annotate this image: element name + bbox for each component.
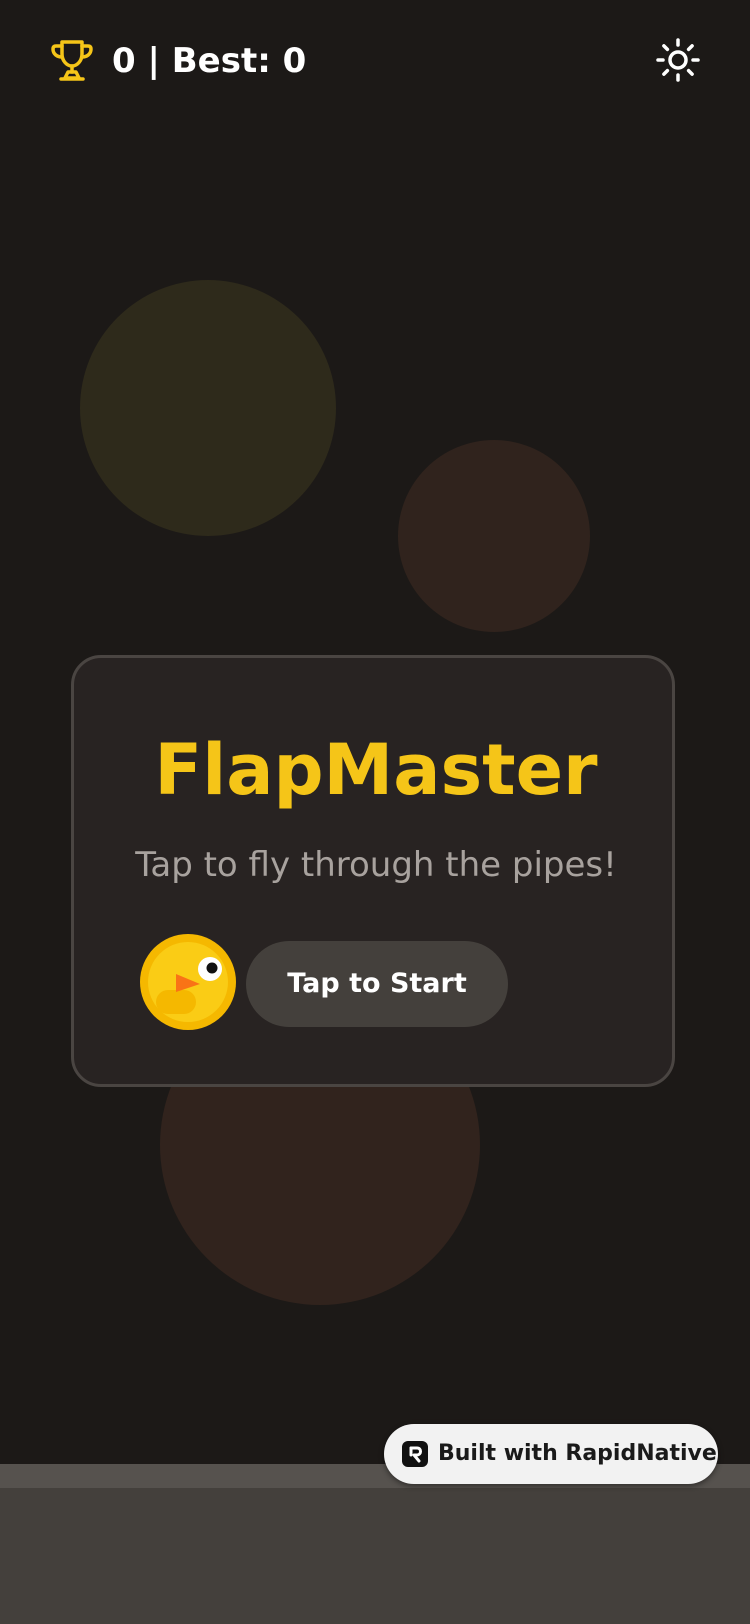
badge-label: Built with RapidNative (438, 1441, 717, 1466)
bird-icon (140, 934, 236, 1030)
game-screen[interactable]: 0 | Best: 0 FlapMaster Tap to fly throug… (0, 0, 750, 1624)
score-label: 0 | Best: 0 (112, 41, 307, 81)
sun-icon[interactable] (654, 36, 702, 84)
background-circle (398, 440, 590, 632)
start-button[interactable]: Tap to Start (246, 941, 508, 1027)
game-title: FlapMaster (154, 729, 598, 811)
trophy-icon (48, 36, 96, 84)
background-circle (80, 280, 336, 536)
top-bar: 0 | Best: 0 (0, 0, 750, 125)
rapidnative-logo-icon (402, 1441, 428, 1467)
ground (0, 1488, 750, 1624)
start-card: FlapMaster Tap to fly through the pipes!… (71, 655, 675, 1087)
built-with-badge[interactable]: Built with RapidNative (384, 1424, 718, 1484)
game-subtitle: Tap to fly through the pipes! (135, 845, 617, 885)
